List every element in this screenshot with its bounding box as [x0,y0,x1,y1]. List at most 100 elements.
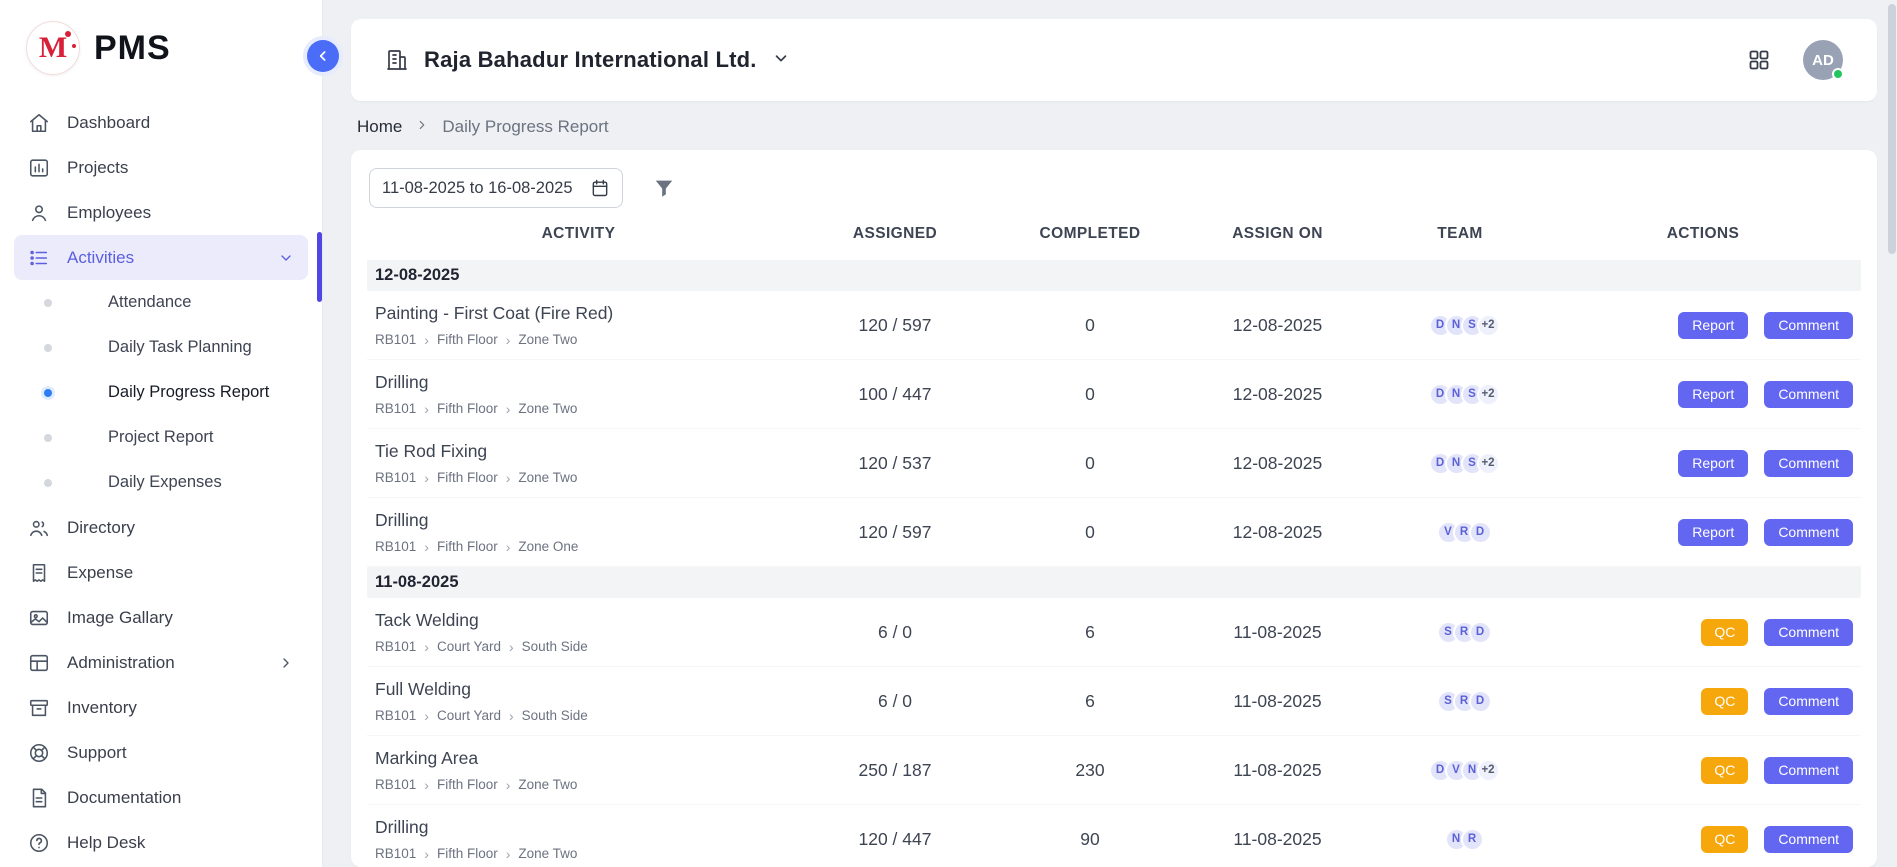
comment-button[interactable]: Comment [1764,519,1853,546]
assigned-value: 6 / 0 [790,622,1000,643]
chevron-right-icon [278,655,294,671]
sidebar-item-label: Activities [67,248,134,268]
path-segment: Fifth Floor [437,846,498,861]
path-segment: RB101 [375,708,416,723]
sidebar-item-employees[interactable]: Employees [14,190,308,235]
comment-button[interactable]: Comment [1764,450,1853,477]
activity-title: Tack Welding [375,610,780,631]
completed-value: 0 [1000,522,1180,543]
team-avatars: SRD [1375,690,1545,713]
sidebar-item-label: Inventory [67,698,137,718]
breadcrumb-current-page: Daily Progress Report [442,117,608,137]
scrollbar-thumb[interactable] [1888,4,1896,254]
sidebar-item-support[interactable]: Support [14,730,308,775]
completed-value: 6 [1000,691,1180,712]
column-header-actions: ACTIONS [1545,225,1861,243]
sidebar-item-dashboard[interactable]: Dashboard [14,100,308,145]
path-segment: Zone Two [518,470,577,485]
main-content: Raja Bahadur International Ltd. AD Home … [323,0,1897,867]
chevron-right-icon: › [424,709,429,723]
report-button[interactable]: Report [1678,519,1748,546]
date-range-input[interactable]: 11-08-2025 to 16-08-2025 [369,168,623,208]
qc-button[interactable]: QC [1701,757,1748,784]
directory-icon [28,517,50,539]
assigned-value: 250 / 187 [790,760,1000,781]
comment-button[interactable]: Comment [1764,826,1853,853]
assign-on-date: 12-08-2025 [1180,453,1375,474]
qc-button[interactable]: QC [1701,619,1748,646]
completed-value: 6 [1000,622,1180,643]
active-menu-indicator [317,232,322,302]
report-button[interactable]: Report [1678,381,1748,408]
comment-button[interactable]: Comment [1764,619,1853,646]
qc-button[interactable]: QC [1701,688,1748,715]
table-row: Marking AreaRB101›Fifth Floor›Zone Two25… [367,736,1861,805]
sidebar-item-documentation[interactable]: Documentation [14,775,308,820]
comment-button[interactable]: Comment [1764,312,1853,339]
user-avatar[interactable]: AD [1803,40,1843,80]
activity-path: RB101›Court Yard›South Side [375,708,780,723]
comment-button[interactable]: Comment [1764,381,1853,408]
sidebar-collapse-button[interactable] [307,40,339,72]
date-group-header: 11-08-2025 [367,567,1861,598]
team-member-avatar: D [1469,690,1492,713]
sidebar-item-activities[interactable]: Activities [14,235,308,280]
team-avatars: DNS+2 [1375,452,1545,475]
table-body: 12-08-2025Painting - First Coat (Fire Re… [367,260,1861,867]
sidebar-item-expense[interactable]: Expense [14,550,308,595]
assign-on-date: 11-08-2025 [1180,622,1375,643]
support-icon [28,742,50,764]
sidebar-subitem-attendance[interactable]: Attendance [14,280,308,325]
app-root: M PMS Dashboard Projects Employees Activ… [0,0,1897,867]
report-button[interactable]: Report [1678,450,1748,477]
sidebar-subitem-daily-task-planning[interactable]: Daily Task Planning [14,325,308,370]
chevron-right-icon: › [506,471,511,485]
breadcrumb-home-link[interactable]: Home [357,117,402,137]
column-header-completed: COMPLETED [1000,225,1180,243]
team-member-avatar: D [1469,621,1492,644]
sidebar-item-label: Image Gallary [67,608,173,628]
apps-grid-icon[interactable] [1747,48,1771,72]
completed-value: 230 [1000,760,1180,781]
column-header-assigned: ASSIGNED [790,225,1000,243]
path-segment: RB101 [375,539,416,554]
comment-button[interactable]: Comment [1764,688,1853,715]
sidebar-item-help-desk[interactable]: Help Desk [14,820,308,865]
company-name: Raja Bahadur International Ltd. [424,47,757,73]
path-segment: RB101 [375,777,416,792]
sidebar-subitem-daily-expenses[interactable]: Daily Expenses [14,460,308,505]
sidebar-subitem-daily-progress-report[interactable]: Daily Progress Report [14,370,308,415]
path-segment: Fifth Floor [437,332,498,347]
path-segment: Fifth Floor [437,401,498,416]
table-row: Painting - First Coat (Fire Red)RB101›Fi… [367,291,1861,360]
completed-value: 0 [1000,315,1180,336]
page-scrollbar[interactable] [1887,0,1897,867]
activity-cell: DrillingRB101›Fifth Floor›Zone Two [367,808,790,867]
activity-path: RB101›Court Yard›South Side [375,639,780,654]
sidebar-item-projects[interactable]: Projects [14,145,308,190]
team-overflow-badge: +2 [1477,383,1500,406]
path-segment: Fifth Floor [437,539,498,554]
chevron-right-icon: › [424,540,429,554]
date-group-header: 12-08-2025 [367,260,1861,291]
sidebar-item-label: Support [67,743,127,763]
sidebar-item-administration[interactable]: Administration [14,640,308,685]
table-row: Tie Rod FixingRB101›Fifth Floor›Zone Two… [367,429,1861,498]
filter-funnel-button[interactable] [653,177,675,199]
company-selector[interactable]: Raja Bahadur International Ltd. [385,47,790,73]
chevron-right-icon: › [424,333,429,347]
report-panel: 11-08-2025 to 16-08-2025 ACTIVITY ASSIGN… [351,150,1877,867]
path-segment: RB101 [375,332,416,347]
qc-button[interactable]: QC [1701,826,1748,853]
report-button[interactable]: Report [1678,312,1748,339]
path-segment: Court Yard [437,639,501,654]
sidebar-item-image-gallery[interactable]: Image Gallary [14,595,308,640]
sidebar-item-directory[interactable]: Directory [14,505,308,550]
table-row: DrillingRB101›Fifth Floor›Zone Two100 / … [367,360,1861,429]
team-avatars: DNS+2 [1375,383,1545,406]
comment-button[interactable]: Comment [1764,757,1853,784]
expense-icon [28,562,50,584]
activity-path: RB101›Fifth Floor›Zone Two [375,470,780,485]
sidebar-item-inventory[interactable]: Inventory [14,685,308,730]
sidebar-subitem-project-report[interactable]: Project Report [14,415,308,460]
